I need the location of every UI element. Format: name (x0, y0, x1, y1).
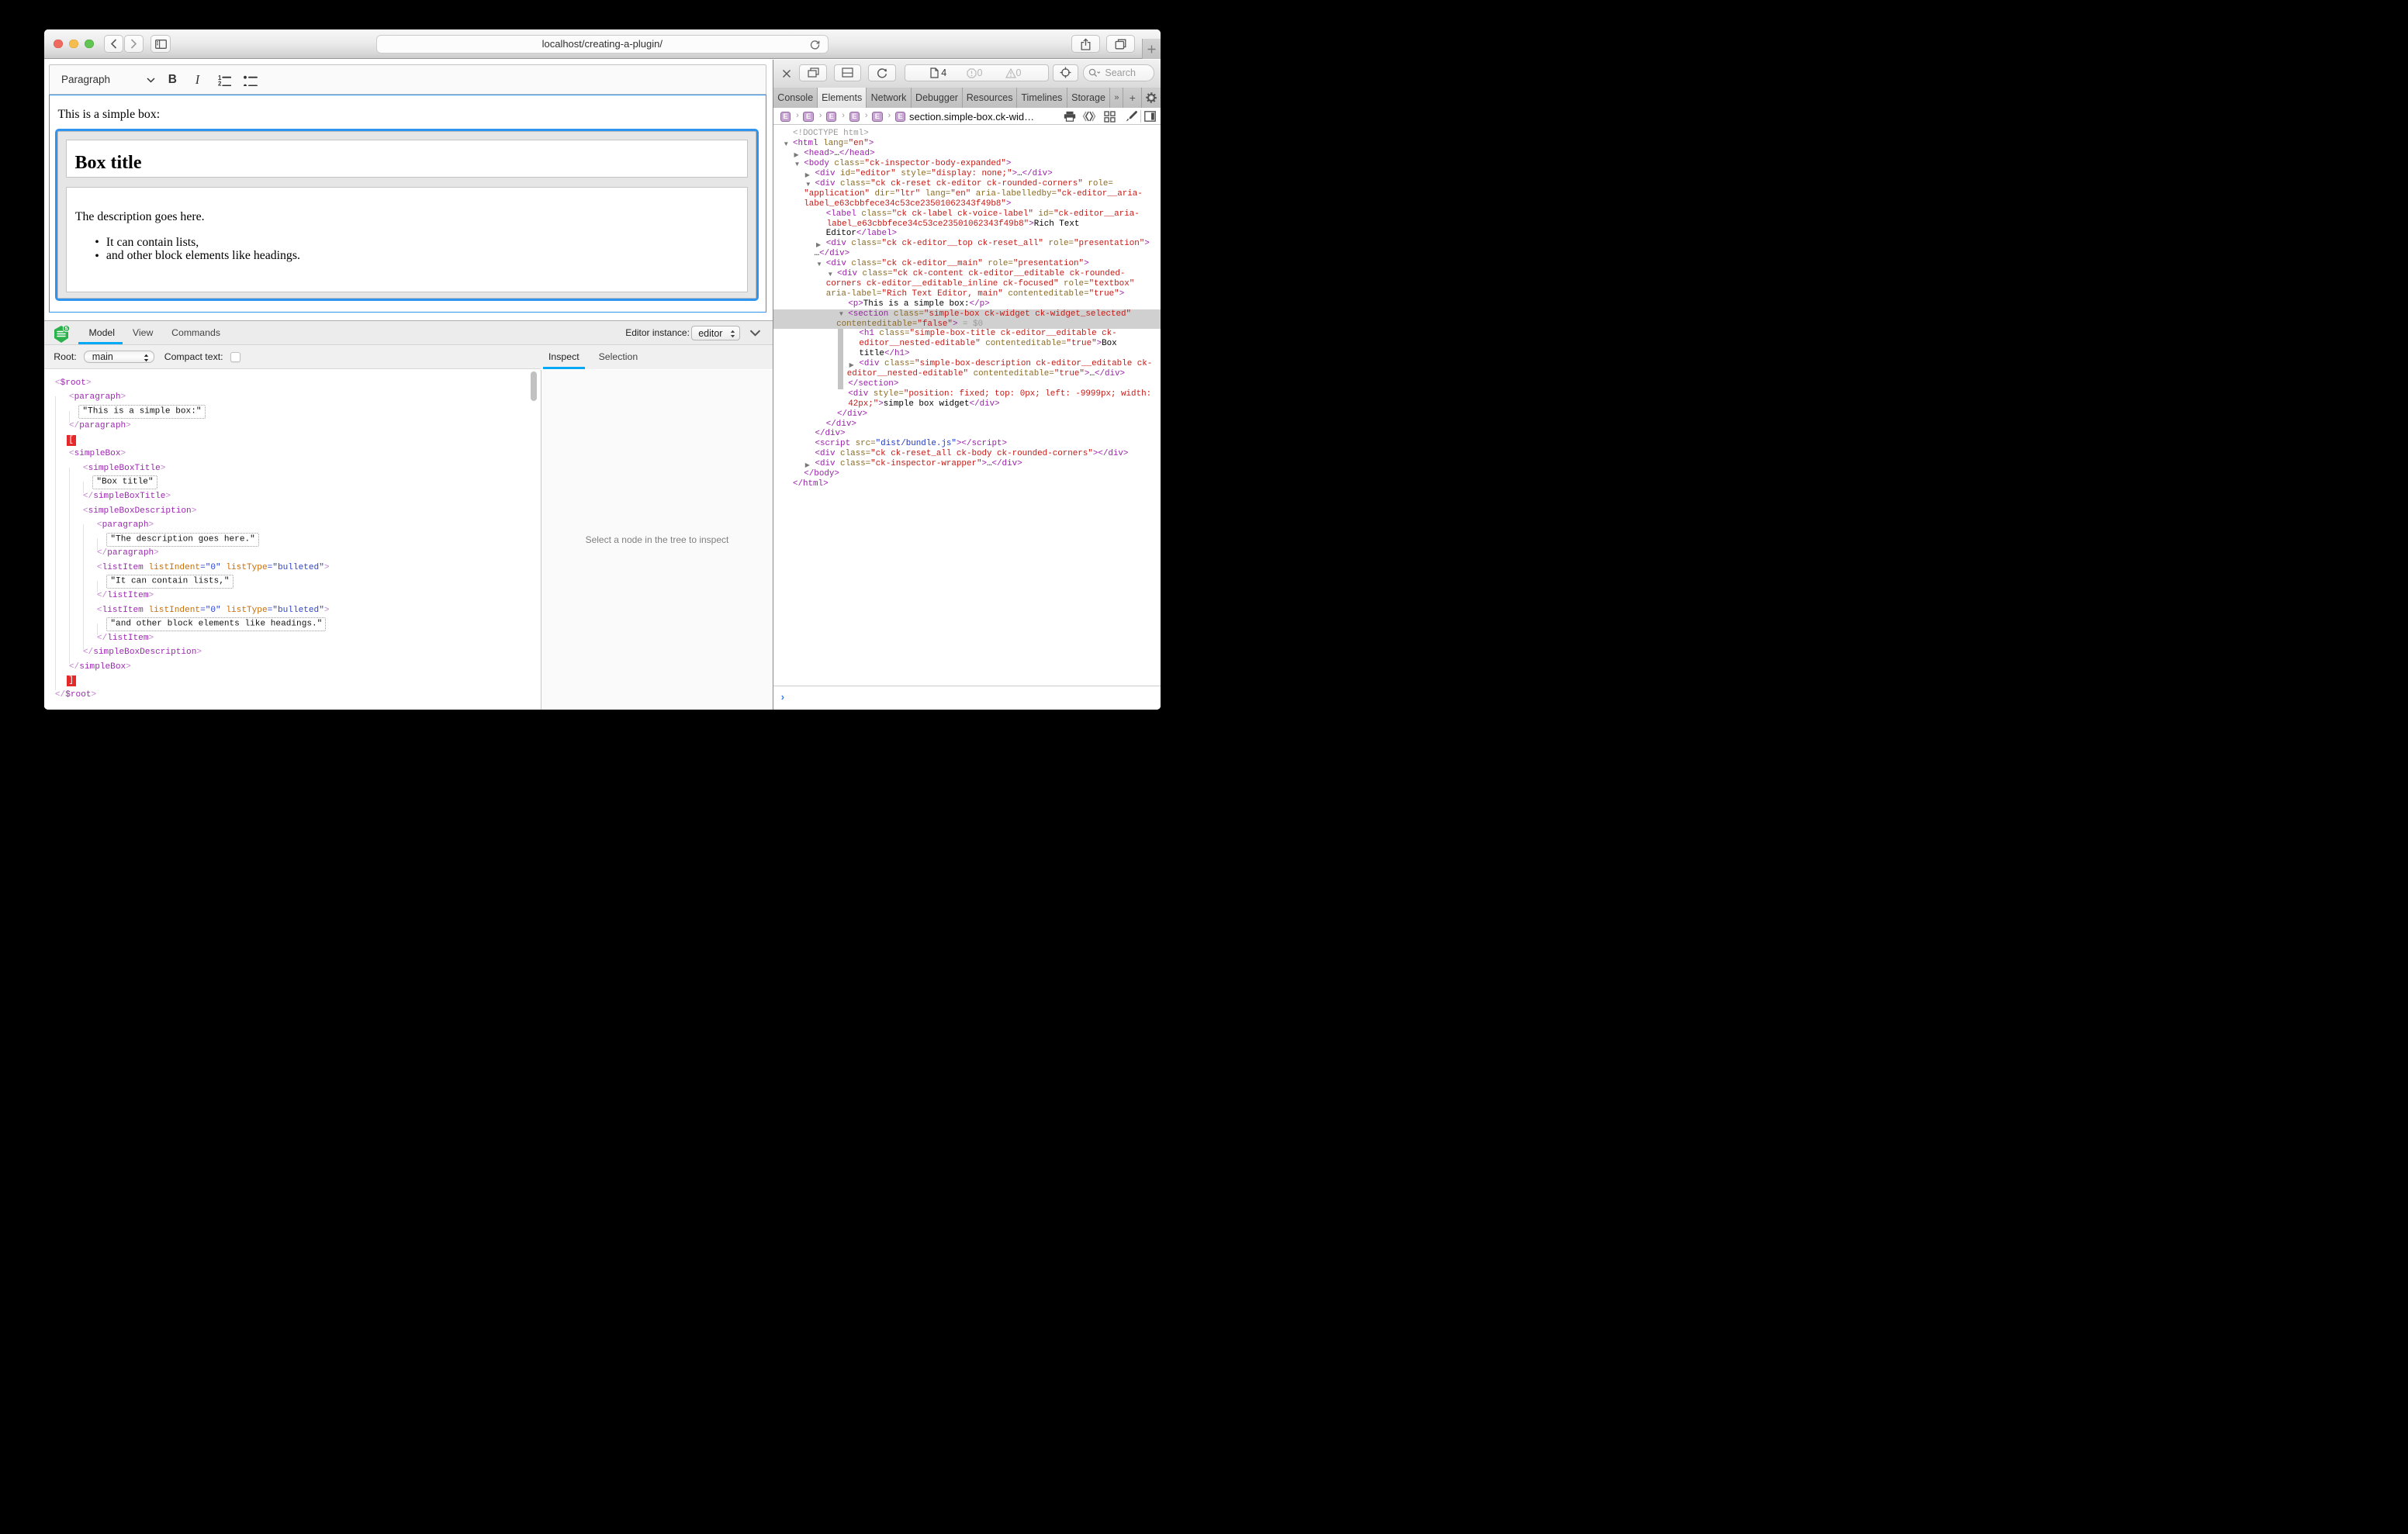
svg-text:2: 2 (218, 81, 222, 86)
svg-text:5: 5 (65, 326, 68, 332)
